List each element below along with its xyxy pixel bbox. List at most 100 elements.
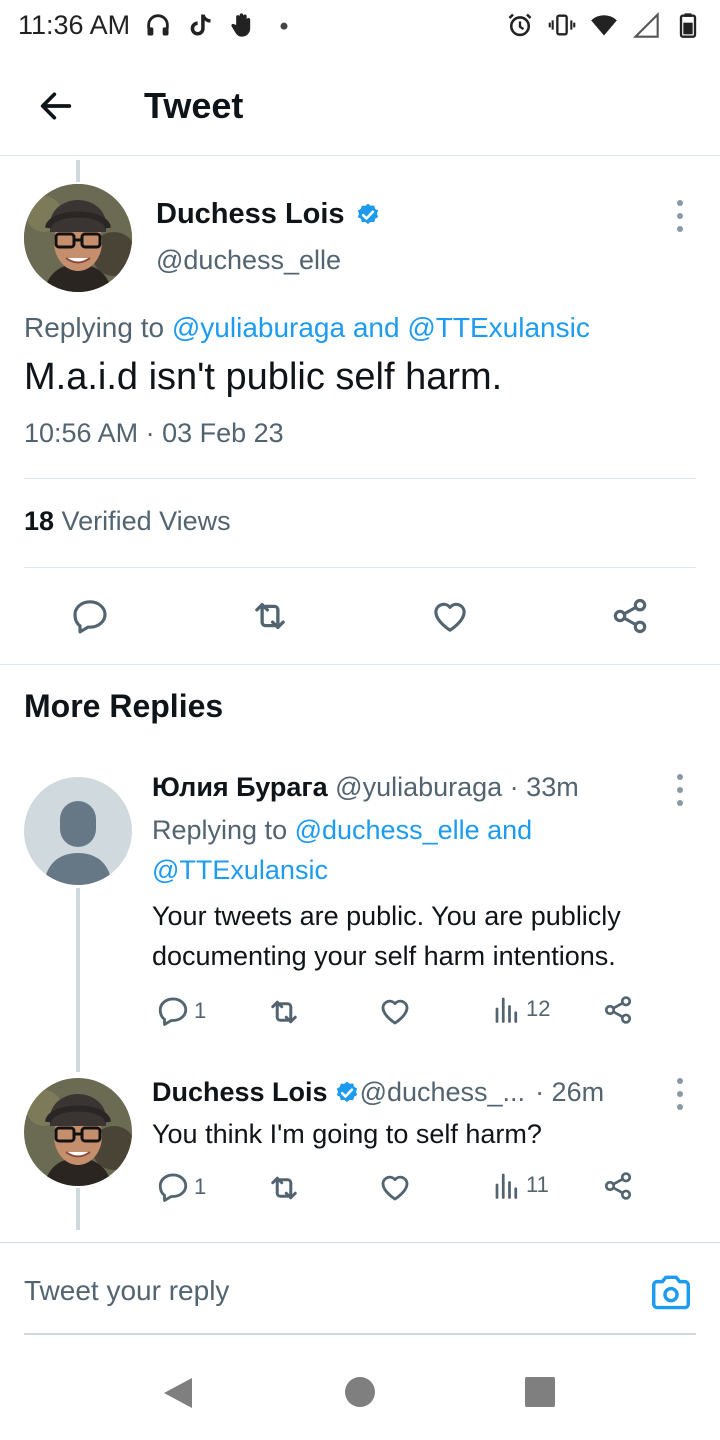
share-icon: [613, 598, 647, 634]
reply-header: Duchess Lois @duchess_... · 26m: [152, 1077, 604, 1108]
avatar[interactable]: [24, 1078, 132, 1186]
views-button[interactable]: 12: [492, 994, 550, 1024]
views-count: 11: [526, 1172, 549, 1197]
retweet-button[interactable]: [266, 994, 302, 1030]
profile-photo-icon: [24, 184, 132, 292]
views-count: 12: [526, 996, 551, 1021]
views-number: 18: [24, 506, 55, 536]
replying-prefix: Replying to: [152, 815, 295, 845]
share-button[interactable]: [602, 1170, 634, 1202]
replying-and: and: [345, 312, 408, 343]
camera-button[interactable]: [650, 1273, 692, 1311]
cell-signal-icon: [632, 11, 660, 39]
reply-replying-to: Replying to @duchess_elle and @TTExulansi…: [152, 810, 692, 890]
retweet-button[interactable]: [266, 1170, 302, 1206]
reply-text: Your tweets are public. You are publicly…: [152, 901, 621, 971]
replying-and: and: [479, 815, 533, 845]
reply-author-name[interactable]: Duchess Lois: [152, 1077, 328, 1108]
mention-link-yuliaburaga[interactable]: @yuliaburaga: [172, 312, 345, 343]
verified-badge-icon: [336, 1081, 357, 1102]
views-button[interactable]: 11: [492, 1170, 549, 1200]
comment-icon: [73, 600, 107, 634]
page-title: Tweet: [144, 84, 244, 126]
circle-home-icon: [345, 1377, 375, 1407]
like-button[interactable]: [378, 994, 412, 1028]
retweet-button[interactable]: [248, 594, 292, 638]
thread-connector: [76, 160, 80, 182]
hand-icon: [228, 11, 256, 39]
mention-link-duchess-elle[interactable]: @duchess_elle: [295, 815, 480, 845]
reply-button[interactable]: 1: [156, 994, 206, 1028]
more-options-button[interactable]: [668, 1074, 692, 1114]
profile-photo-icon: [24, 1078, 132, 1186]
verified-badge-icon: [357, 203, 378, 224]
divider: [0, 664, 720, 665]
battery-icon: [674, 11, 702, 39]
mention-link-ttexulansic[interactable]: @TTExulansic: [152, 855, 328, 885]
tweet-text: M.a.i.d isn't public self harm.: [24, 356, 503, 398]
author-name[interactable]: Duchess Lois: [156, 198, 345, 231]
divider: [24, 567, 696, 568]
share-button[interactable]: [608, 594, 652, 638]
analytics-icon: [495, 1173, 518, 1199]
analytics-icon: [495, 997, 518, 1023]
comment-icon: [158, 1173, 188, 1202]
comment-icon: [158, 997, 188, 1026]
default-avatar-icon: [24, 777, 132, 885]
triangle-back-icon: [164, 1378, 192, 1408]
reply-count: 1: [194, 1174, 207, 1199]
views-count[interactable]: 18 Verified Views: [24, 506, 231, 537]
status-bar: 11:36 AM: [0, 0, 720, 50]
views-label: Verified Views: [54, 506, 231, 536]
headphones-icon: [144, 11, 172, 39]
compose-bar: [0, 1242, 720, 1335]
tiktok-icon: [186, 11, 214, 39]
status-time: 11:36 AM: [18, 9, 131, 40]
heart-icon: [381, 999, 409, 1025]
author-handle[interactable]: @duchess_elle: [156, 245, 341, 276]
share-button[interactable]: [602, 994, 634, 1026]
retweet-icon: [255, 602, 285, 630]
alarm-icon: [506, 11, 534, 39]
mention-link-ttexulansic[interactable]: @TTExulansic: [407, 312, 589, 343]
like-button[interactable]: [378, 1170, 412, 1204]
avatar[interactable]: [24, 777, 132, 885]
reply-time: · 26m: [535, 1077, 605, 1107]
like-button[interactable]: [428, 594, 472, 638]
tweet-timestamp: 10:56 AM · 03 Feb 23: [24, 418, 284, 448]
avatar[interactable]: [24, 184, 132, 292]
input-underline: [24, 1333, 696, 1335]
notification-dot-icon: [270, 11, 298, 39]
reply-button[interactable]: [68, 594, 112, 638]
nav-home-button[interactable]: [344, 1376, 376, 1413]
square-recents-icon: [525, 1377, 555, 1407]
wifi-icon: [590, 11, 618, 39]
reply-button[interactable]: 1: [156, 1170, 206, 1204]
share-icon: [604, 996, 632, 1024]
nav-recents-button[interactable]: [524, 1376, 556, 1413]
retweet-icon: [271, 1176, 297, 1200]
more-replies-heading: More Replies: [24, 688, 224, 724]
vibrate-icon: [548, 11, 576, 39]
nav-back-button[interactable]: [162, 1376, 194, 1415]
reply-handle[interactable]: @duchess_...: [360, 1077, 526, 1108]
more-options-button[interactable]: [668, 196, 692, 236]
retweet-icon: [271, 1000, 297, 1024]
replying-to: Replying to @yuliaburaga and @TTExulansi…: [24, 312, 590, 344]
reply-author-name[interactable]: Юлия Бурага: [152, 772, 328, 802]
heart-icon: [434, 602, 466, 632]
camera-icon: [652, 1275, 690, 1310]
reply-text: You think I'm going to self harm?: [152, 1119, 542, 1149]
reply-count: 1: [194, 998, 207, 1023]
replying-prefix: Replying to: [24, 312, 172, 343]
thread-connector: [76, 1188, 80, 1230]
arrow-left-icon: [40, 92, 72, 119]
more-options-button[interactable]: [668, 770, 692, 810]
divider: [24, 478, 696, 479]
reply-input[interactable]: [24, 1275, 584, 1307]
reply-header: Юлия Бурага @yuliaburaga · 33m: [152, 772, 579, 803]
back-button[interactable]: [26, 76, 86, 136]
reply-handle-time[interactable]: @yuliaburaga · 33m: [328, 772, 579, 802]
share-icon: [604, 1172, 632, 1200]
thread-connector: [76, 888, 80, 1072]
